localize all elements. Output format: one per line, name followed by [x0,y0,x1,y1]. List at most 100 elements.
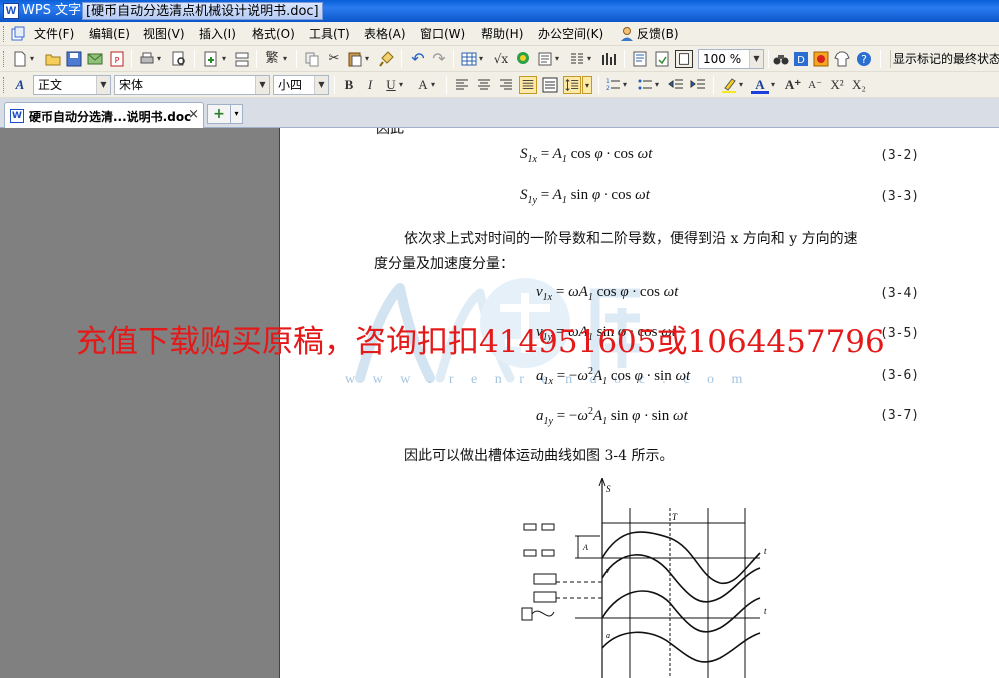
toolbar-separator [880,50,881,68]
paste-dropdown-icon[interactable]: ▾ [363,50,371,68]
superscript-icon[interactable]: X² [828,76,846,94]
underline-dropdown-icon[interactable]: ▾ [397,76,405,94]
web-view-icon[interactable]: D [792,50,810,68]
feedback-person-icon[interactable] [619,26,635,42]
new-document-icon[interactable] [11,50,29,68]
bulleted-dropdown-icon[interactable]: ▾ [653,76,661,94]
find-binoculars-icon[interactable] [772,50,790,68]
shrink-font-icon[interactable]: A⁻ [806,76,824,94]
font-color-icon[interactable]: A [751,76,769,94]
open-folder-icon[interactable] [44,50,62,68]
distributed-align-icon[interactable] [541,76,559,94]
bold-icon[interactable]: B [340,76,358,94]
grow-font-icon[interactable]: A⁺ [784,76,802,94]
styles-pane-icon[interactable]: A [11,76,29,94]
font-size-combo[interactable]: 小四 ▼ [273,75,329,95]
document-tab[interactable]: W 硬币自动分选清...说明书.doc × [4,102,204,128]
traditional-chinese-icon[interactable]: 繁 [263,50,281,68]
justify-icon[interactable] [519,76,537,94]
numbered-list-icon[interactable]: 12 [604,76,622,94]
page-break-icon[interactable] [233,50,251,68]
line-spacing-dropdown-icon[interactable]: ▾ [582,76,592,94]
zoom-combo[interactable]: 100 % ▼ [698,49,764,69]
insert-table-icon[interactable] [460,50,478,68]
menu-edit[interactable]: 编辑(E) [89,26,130,42]
page-setup-icon[interactable] [653,50,671,68]
save-icon[interactable] [65,50,83,68]
style-combo[interactable]: 正文 ▼ [33,75,111,95]
line-spacing-icon[interactable] [563,76,581,94]
font-combo[interactable]: 宋体 ▼ [114,75,270,95]
style-dropdown-arrow-icon[interactable]: ▼ [96,76,110,94]
format-painter-icon[interactable] [378,50,396,68]
toolbar-grip[interactable] [3,51,6,67]
print-preview-icon[interactable] [170,50,188,68]
wps-doc-icon: W [10,109,24,123]
align-right-icon[interactable] [497,76,515,94]
italic-icon[interactable]: I [361,76,379,94]
clothing-skin-icon[interactable] [833,50,851,68]
font-size-dropdown-arrow-icon[interactable]: ▼ [314,76,328,94]
font-color-dropdown-icon[interactable]: ▾ [769,76,777,94]
zoom-dropdown-arrow-icon[interactable]: ▼ [749,50,763,68]
print-icon[interactable] [138,50,156,68]
formula-icon[interactable]: √x [492,50,510,68]
text-effects-dropdown-icon[interactable]: ▾ [429,76,437,94]
align-center-icon[interactable] [475,76,493,94]
text-box-icon[interactable] [536,50,554,68]
export-pdf-icon[interactable]: P [108,50,126,68]
copy-icon[interactable] [303,50,321,68]
redo-icon[interactable]: ↷ [430,50,448,68]
columns-dropdown-icon[interactable]: ▾ [585,50,593,68]
send-mail-icon[interactable] [86,50,104,68]
menu-table[interactable]: 表格(A) [364,26,406,42]
full-page-icon[interactable] [675,50,693,68]
menu-office-space[interactable]: 办公空间(K) [538,26,603,42]
new-tab-button[interactable]: + [207,104,231,124]
menu-view[interactable]: 视图(V) [143,26,185,42]
new-dropdown-arrow-icon[interactable]: ▾ [28,50,36,68]
print-dropdown-arrow-icon[interactable]: ▾ [155,50,163,68]
chart-bars-icon[interactable] [600,50,618,68]
decrease-indent-icon[interactable] [667,76,685,94]
svg-text:?: ? [861,53,867,66]
insert-picture-icon[interactable] [514,50,532,68]
menu-window[interactable]: 窗口(W) [420,26,465,42]
markup-state-field[interactable]: 显示标记的最终状态 [890,50,999,68]
templates-icon[interactable] [812,50,830,68]
increase-indent-icon[interactable] [689,76,707,94]
help-icon[interactable]: ? [855,50,873,68]
equation-number: (3-2) [880,148,920,163]
bulleted-list-icon[interactable] [636,76,654,94]
align-left-icon[interactable] [453,76,471,94]
menubar-grip[interactable] [3,26,6,42]
menu-file[interactable]: 文件(F) [34,26,74,42]
highlight-dropdown-icon[interactable]: ▾ [737,76,745,94]
document-menu-icon[interactable] [10,26,26,42]
insert-page-dropdown-icon[interactable]: ▾ [220,50,228,68]
cut-icon[interactable]: ✂ [325,50,343,68]
menu-format[interactable]: 格式(O) [252,26,295,42]
close-tab-icon[interactable]: × [188,107,199,122]
toolbar-grip[interactable] [3,77,6,93]
highlight-icon[interactable] [720,76,738,94]
insert-page-icon[interactable] [202,50,220,68]
menu-feedback[interactable]: 反馈(B) [637,26,679,42]
toolbar-separator [296,50,297,68]
textbox-dropdown-icon[interactable]: ▾ [553,50,561,68]
traditional-dropdown-icon[interactable]: ▾ [281,50,289,68]
document-page[interactable]: 因此 S1x = A1 cos φ · cos ωt (3-2) S1y = A… [279,128,999,678]
columns-icon[interactable] [568,50,586,68]
table-dropdown-icon[interactable]: ▾ [477,50,485,68]
font-dropdown-arrow-icon[interactable]: ▼ [255,76,269,94]
document-map-icon[interactable] [631,50,649,68]
subscript-icon[interactable]: X₂ [850,76,868,94]
equation-3-6: a1x = −ω2A1 cos φ · sin ωt [536,366,691,387]
menu-insert[interactable]: 插入(I) [199,26,236,42]
menu-help[interactable]: 帮助(H) [481,26,523,42]
numbered-dropdown-icon[interactable]: ▾ [621,76,629,94]
menu-tools[interactable]: 工具(T) [309,26,350,42]
undo-icon[interactable]: ↶ [409,50,427,68]
new-tab-dropdown-icon[interactable]: ▾ [231,104,243,124]
paste-icon[interactable] [346,50,364,68]
